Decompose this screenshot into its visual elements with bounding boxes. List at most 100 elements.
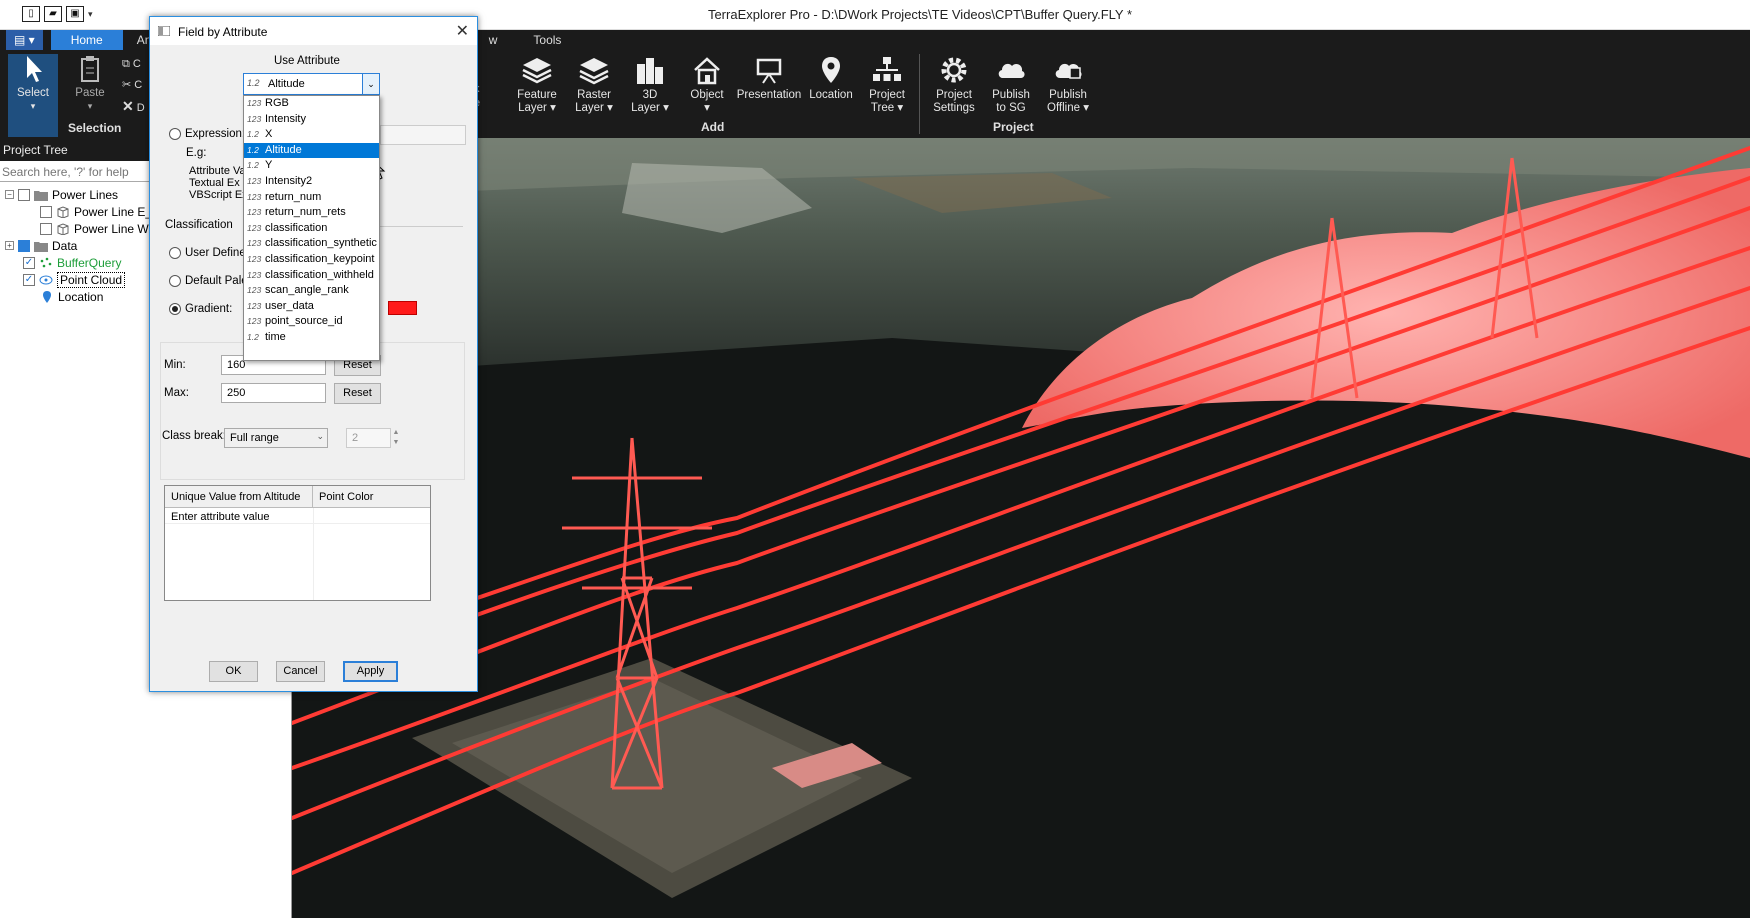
dropdown-option[interactable]: 123 classification_keypoint [244, 252, 379, 268]
field-type-icon: 1.2 [247, 160, 259, 171]
gradient-color-swatch[interactable] [388, 301, 417, 315]
default-palette-label: Default Palet [185, 275, 251, 287]
collapse-icon[interactable]: − [5, 190, 14, 199]
use-attribute-combo[interactable]: 1.2 Altitude ⌄ [243, 73, 380, 95]
field-type-icon: 123 [247, 300, 262, 311]
visibility-checkbox[interactable] [18, 239, 30, 252]
table-header[interactable]: Point Color [313, 486, 430, 508]
dropdown-option[interactable]: 123 scan_angle_rank [244, 283, 379, 299]
option-label: Intensity [265, 112, 306, 125]
tree-item-power-line-e[interactable]: Power Line E_ [40, 203, 152, 220]
gradient-radio[interactable] [169, 303, 181, 315]
expression-input[interactable] [380, 125, 466, 145]
field-type-icon: 123 [247, 98, 262, 108]
dropdown-option[interactable]: 1.2 time [244, 330, 379, 346]
gradient-label: Gradient: [185, 303, 233, 315]
project-settings-button[interactable]: Project Settings [926, 54, 982, 115]
copy-button[interactable]: ⧉ C [122, 54, 145, 75]
max-reset-button[interactable]: Reset [334, 383, 381, 404]
option-label: return_num [265, 190, 322, 203]
tree-item-power-lines[interactable]: − Power Lines [5, 186, 118, 203]
dropdown-option[interactable]: 1.2 Altitude [244, 142, 379, 159]
dialog-title: Field by Attribute [178, 25, 268, 39]
dropdown-option[interactable]: 123 point_source_id [244, 314, 379, 330]
feature-layer-button[interactable]: Feature Layer ▾ [509, 54, 565, 115]
tree-item-bufferquery[interactable]: ✓ BufferQuery [23, 254, 121, 271]
default-palette-radio[interactable] [169, 275, 181, 287]
3d-viewport[interactable] [292, 138, 1750, 918]
table-header[interactable]: Unique Value from Altitude [165, 486, 313, 508]
expand-icon[interactable]: + [5, 241, 14, 250]
tab-view[interactable]: w [475, 30, 512, 50]
folder-icon [34, 241, 48, 252]
dropdown-option[interactable]: 123 RGB [244, 96, 379, 112]
cut-button[interactable]: ✂ C [122, 75, 145, 96]
project-tree-button[interactable]: Project Tree ▾ [859, 54, 915, 115]
dropdown-option[interactable]: 123 Intensity2 [244, 174, 379, 190]
visibility-checkbox[interactable] [40, 205, 52, 218]
dialog-title-bar: Field by Attribute ✕ [150, 17, 477, 45]
location-pin-icon [822, 57, 840, 83]
close-icon[interactable]: ✕ [456, 21, 469, 41]
class-break-select[interactable]: Full range ⌄ [224, 428, 328, 448]
raster-layer-button[interactable]: Raster Layer ▾ [566, 54, 622, 115]
dropdown-option[interactable]: 123 Intensity [244, 112, 379, 128]
visibility-checkbox[interactable] [40, 222, 52, 235]
location-button[interactable]: Location [803, 54, 859, 102]
dropdown-option[interactable]: 123 classification_withheld [244, 268, 379, 284]
delete-button[interactable]: ✕ D [122, 96, 145, 119]
presentation-button[interactable]: Presentation [736, 54, 802, 102]
dropdown-option[interactable]: 123 return_num [244, 190, 379, 206]
dropdown-option[interactable]: 123 classification_synthetic [244, 236, 379, 252]
field-type-icon: 123 [247, 285, 262, 296]
layer-cube-icon [57, 222, 69, 235]
field-type-icon: 1.2 [247, 144, 259, 155]
dropdown-option[interactable]: 123 classification [244, 221, 379, 237]
visibility-checkbox[interactable]: ✓ [23, 273, 35, 286]
point-cloud-icon [40, 257, 52, 267]
object-button[interactable]: Object ▾ [679, 54, 735, 115]
tab-tools[interactable]: Tools [519, 30, 575, 50]
tree-item-point-cloud[interactable]: ✓ Point Cloud [23, 271, 126, 288]
ok-button[interactable]: OK [209, 661, 258, 682]
chevron-down-icon[interactable]: ⌄ [362, 74, 379, 94]
tab-home[interactable]: Home [50, 30, 123, 50]
app-menu-button[interactable]: ▤ ▾ [6, 30, 43, 50]
apply-button[interactable]: Apply [343, 661, 398, 682]
tree-item-power-line-w[interactable]: Power Line W [40, 220, 149, 237]
field-type-icon: 123 [247, 175, 262, 186]
field-type-icon: 123 [247, 253, 262, 264]
3d-layer-button[interactable]: 3D Layer ▾ [622, 54, 678, 115]
tree-item-location[interactable]: Location [40, 288, 103, 305]
expression-radio[interactable] [169, 128, 181, 140]
offline-publish-icon [1055, 63, 1082, 79]
class-break-label: Class break: [162, 430, 226, 442]
dropdown-option[interactable]: 123 user_data [244, 299, 379, 315]
visibility-checkbox[interactable]: ✓ [23, 256, 35, 269]
class-break-count-input[interactable]: 2 [346, 428, 391, 448]
classification-label: Classification [165, 219, 233, 231]
option-label: RGB [265, 97, 289, 109]
field-type-icon: 123 [247, 207, 262, 218]
use-attribute-label: Use Attribute [274, 55, 340, 67]
dropdown-option[interactable]: 1.2 X [244, 127, 379, 143]
cancel-button[interactable]: Cancel [276, 661, 325, 682]
table-row[interactable]: Enter attribute value [165, 509, 430, 524]
option-label: point_source_id [265, 315, 343, 328]
dropdown-option[interactable]: 1.2 Y [244, 158, 379, 174]
publish-to-sg-button[interactable]: Publish to SG [983, 54, 1039, 115]
max-input[interactable]: 250 [221, 383, 326, 403]
publish-offline-button[interactable]: Publish Offline ▾ [1040, 54, 1096, 115]
tree-item-data[interactable]: + Data [5, 237, 77, 254]
dropdown-option[interactable]: 123 return_num_rets [244, 205, 379, 221]
paste-button[interactable]: Paste ▾ [62, 54, 118, 113]
spin-arrows-icon[interactable]: ▲ ▼ [391, 428, 401, 448]
option-label: classification_synthetic [265, 237, 377, 250]
attribute-dropdown-list: 123 RGB 123 Intensity 1.2 X 1.2 Altitude 1.2 Y 123… [243, 95, 380, 361]
clipboard-icon [81, 56, 99, 82]
user-defined-radio[interactable] [169, 247, 181, 259]
layers-icon [522, 58, 552, 84]
dialog-app-icon [158, 26, 170, 36]
unique-values-table[interactable]: Unique Value from Altitude Point Color E… [164, 485, 431, 601]
visibility-checkbox[interactable] [18, 188, 30, 201]
